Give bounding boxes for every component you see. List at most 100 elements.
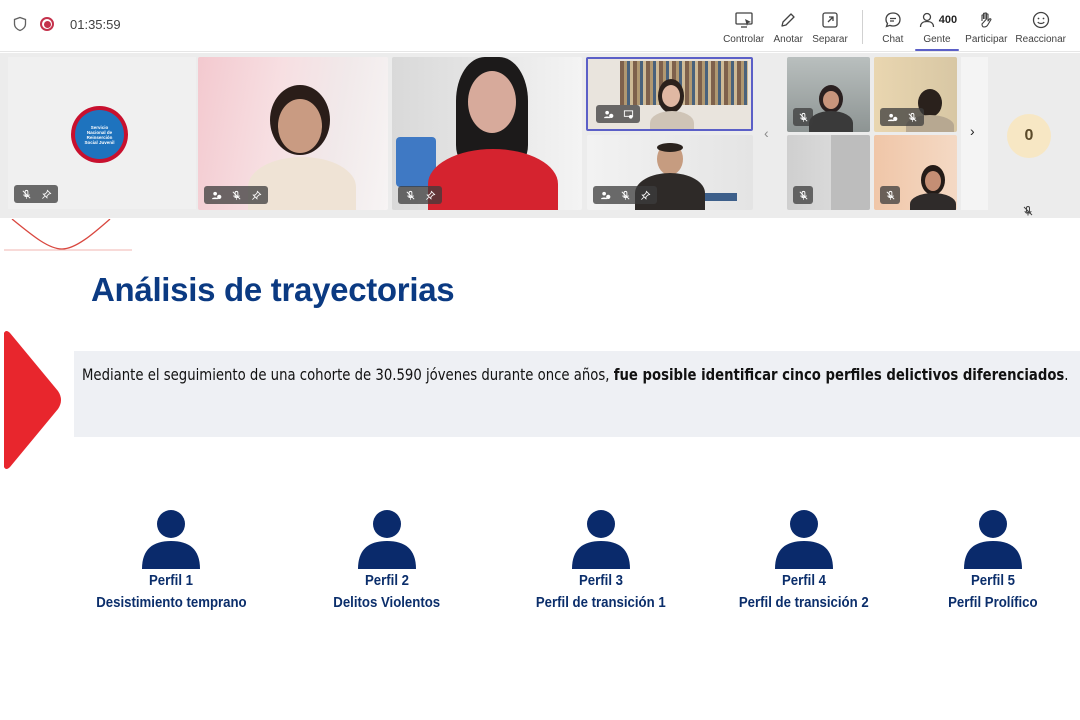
participant-video-tile[interactable]: [787, 135, 870, 210]
chat-button[interactable]: Chat: [873, 6, 913, 50]
tile-badge-group: [880, 108, 924, 126]
profile-description: Perfil Prolífico: [948, 594, 1038, 611]
profile-name: Perfil 3: [578, 572, 624, 589]
profile-description: Delitos Violentos: [333, 594, 441, 611]
person-icon: [572, 510, 630, 569]
pin-icon[interactable]: [420, 186, 440, 204]
tile-badge-group: [398, 186, 442, 204]
gente-button[interactable]: 400 Gente: [913, 6, 961, 51]
logo-line: Social Juvenil: [84, 139, 115, 145]
tile-badge-group: [596, 105, 640, 123]
video-strip: Servicio Nacional de Reinserción Social …: [0, 53, 1080, 218]
gente-label: Gente: [923, 34, 951, 45]
person-icon: [142, 510, 200, 569]
presenter-icon: [618, 105, 638, 123]
participant-avatar: [910, 165, 956, 210]
controlar-label: Controlar: [723, 34, 765, 45]
participant-video-tile[interactable]: [587, 135, 753, 210]
organization-logo: Servicio Nacional de Reinserción Social …: [71, 106, 128, 163]
profile-item-4: Perfil 4 Perfil de transición 2: [704, 509, 904, 611]
raise-hand-icon: [981, 12, 992, 28]
chat-label: Chat: [882, 34, 904, 45]
pen-icon: [781, 13, 795, 27]
role-icon: [882, 108, 902, 126]
separar-button[interactable]: Separar: [808, 6, 852, 50]
recording-icon: [40, 17, 54, 31]
person-icon: [775, 510, 833, 569]
profile-item-3: Perfil 3 Perfil de transición 1: [501, 509, 701, 611]
people-icon: [919, 12, 934, 28]
quote-box: Mediante el seguimiento de una cohorte d…: [74, 351, 1080, 437]
shield-icon[interactable]: [12, 16, 28, 32]
participant-video-tile[interactable]: [392, 57, 582, 210]
mic-off-icon: [16, 185, 36, 203]
participant-avatar: [428, 57, 558, 210]
participant-video-tile[interactable]: [787, 57, 870, 132]
pin-icon[interactable]: [36, 185, 56, 203]
slide-title: Análisis de trayectorias: [91, 271, 455, 308]
mic-off-icon: [880, 186, 900, 204]
tile-controls: [793, 186, 813, 204]
meeting-timer: 01:35:59: [70, 16, 121, 32]
mic-off-icon: [902, 108, 922, 126]
meeting-toolbar: 01:35:59 Controlar Anotar Separar Chat 4…: [0, 0, 1080, 52]
tile-controls: [793, 108, 813, 126]
role-icon: [595, 186, 615, 204]
strip-next-arrow[interactable]: ›: [970, 123, 975, 139]
mic-off-icon: [226, 186, 246, 204]
control-screen-icon: [734, 12, 753, 28]
participant-avatar: [809, 85, 853, 132]
profile-item-1: Perfil 1 Desistimiento temprano: [71, 509, 271, 611]
tile-controls: [880, 108, 924, 126]
profile-name: Perfil 5: [970, 572, 1016, 589]
participant-video-tile[interactable]: [874, 57, 957, 132]
tile-controls: [596, 105, 640, 123]
strip-prev-arrow[interactable]: ‹: [764, 125, 769, 141]
reaccionar-label: Reaccionar: [1015, 34, 1066, 45]
profile-name: Perfil 4: [781, 572, 827, 589]
gente-icon-group: 400: [917, 10, 957, 30]
toolbar-right: Controlar Anotar Separar Chat 400 Gente …: [719, 6, 1070, 51]
controlar-button[interactable]: Controlar: [719, 6, 768, 50]
background-object: [831, 135, 870, 210]
participant-avatar: [650, 79, 694, 129]
separar-label: Separar: [812, 34, 848, 45]
person-icon: [358, 510, 416, 569]
profile-description: Desistimiento temprano: [95, 594, 247, 611]
anotar-label: Anotar: [773, 34, 803, 45]
profile-description: Perfil de transición 2: [739, 594, 869, 611]
pin-icon[interactable]: [246, 186, 266, 204]
role-icon: [206, 186, 226, 204]
mic-off-icon: [1023, 206, 1033, 216]
participant-video-tile-active[interactable]: [586, 57, 753, 131]
logo-text: Servicio Nacional de Reinserción Social …: [75, 110, 124, 159]
mic-off-icon: [793, 186, 813, 204]
mic-off-icon: [615, 186, 635, 204]
profile-name: Perfil 2: [364, 572, 410, 589]
participar-button[interactable]: Participar: [961, 6, 1011, 50]
participant-video-tile[interactable]: [198, 57, 388, 210]
mic-off-icon: [793, 108, 813, 126]
tile-badge-group: [204, 186, 268, 204]
reaccionar-button[interactable]: Reaccionar: [1011, 6, 1070, 50]
tile-badge-group: [593, 186, 657, 204]
tile-controls: [14, 185, 58, 203]
organization-tile[interactable]: Servicio Nacional de Reinserción Social …: [8, 57, 196, 209]
quote-text: Mediante el seguimiento de una cohorte d…: [82, 365, 1069, 384]
profile-item-5: Perfil 5 Perfil Prolífico: [893, 509, 1080, 611]
decorative-curve: [4, 219, 132, 251]
anotar-button[interactable]: Anotar: [768, 6, 808, 50]
role-icon: [598, 105, 618, 123]
toolbar-left: 01:35:59: [12, 16, 121, 32]
tile-controls: [593, 186, 657, 204]
pin-icon[interactable]: [635, 186, 655, 204]
tile-controls: [204, 186, 268, 204]
toolbar-divider: [861, 10, 863, 44]
person-icon: [964, 510, 1022, 569]
profile-name: Perfil 1: [148, 572, 194, 589]
participant-video-tile[interactable]: [874, 135, 957, 210]
hidden-participants-count[interactable]: 0: [1007, 114, 1051, 158]
tile-badge-group: [14, 185, 58, 203]
mic-off-icon: [400, 186, 420, 204]
tile-controls: [880, 186, 900, 204]
